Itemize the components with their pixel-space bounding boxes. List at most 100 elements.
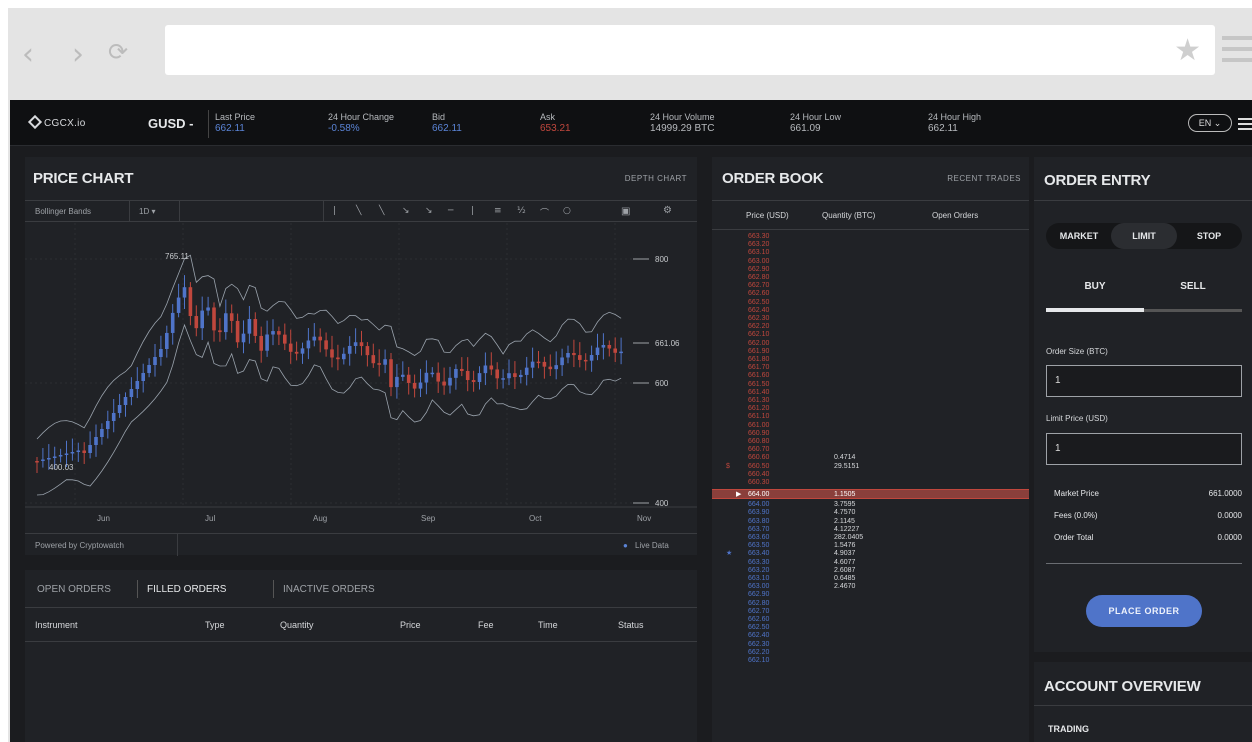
bid-row[interactable]: 662.90	[712, 591, 1029, 599]
bid-row[interactable]: 663.40 4.9037 ★	[712, 550, 1029, 558]
drawing-tool-icon[interactable]: |	[333, 206, 336, 216]
order-size-input[interactable]: 1	[1046, 365, 1242, 397]
ask-row[interactable]: 661.50	[712, 381, 1029, 389]
bid-row[interactable]: 662.60	[712, 616, 1029, 624]
ask-row[interactable]: 662.90	[712, 266, 1029, 274]
ask-row[interactable]: 660.30	[712, 479, 1029, 487]
bid-row[interactable]: 662.80	[712, 600, 1029, 608]
ask-row[interactable]: 661.60	[712, 372, 1029, 380]
ask-row[interactable]: 663.30	[712, 233, 1029, 241]
ask-row[interactable]: 660.80	[712, 438, 1029, 446]
column-header[interactable]: Status	[618, 620, 644, 630]
ask-row[interactable]: 662.50	[712, 299, 1029, 307]
candlestick-chart[interactable]: 800 661.06 600 400 765.11 400.03 Jun Jul Aug Sep O…	[25, 223, 697, 533]
ask-row[interactable]: 663.10	[712, 249, 1029, 257]
column-header[interactable]: Instrument	[35, 620, 78, 630]
bid-row[interactable]: 662.40	[712, 632, 1029, 640]
limit-price-input[interactable]: 1	[1046, 433, 1242, 465]
ask-row[interactable]: 661.70	[712, 364, 1029, 372]
forward-icon[interactable]: ›	[72, 40, 84, 70]
browser-menu-icon[interactable]	[1222, 36, 1252, 66]
ask-row[interactable]: 661.30	[712, 397, 1029, 405]
column-header[interactable]: Type	[205, 620, 225, 630]
language-selector[interactable]: EN ⌄	[1188, 114, 1232, 132]
bid-row[interactable]: 662.70	[712, 608, 1029, 616]
ask-row[interactable]: 662.40	[712, 307, 1029, 315]
interval-selector[interactable]: 1D ▾	[139, 207, 155, 216]
bid-row[interactable]: 662.50	[712, 624, 1029, 632]
drawing-tool-icon[interactable]: ≡	[494, 206, 502, 216]
bid-row[interactable]: 663.10 0.6485	[712, 575, 1029, 583]
drawing-tool-icon[interactable]: ○	[563, 206, 571, 216]
ask-row[interactable]: 660.50 29.5151 $	[712, 463, 1029, 471]
drawing-tool-icon[interactable]: ╲	[379, 206, 384, 216]
bid-row[interactable]: 662.30	[712, 641, 1029, 649]
calendar-icon[interactable]: ▣	[621, 206, 630, 217]
ask-price: 663.00	[748, 257, 770, 265]
drawing-tool-icon[interactable]: ╲	[356, 206, 361, 216]
column-header[interactable]: Price	[400, 620, 421, 630]
reload-icon[interactable]: ⟳	[108, 37, 128, 67]
depth-chart-link[interactable]: DEPTH CHART	[625, 174, 687, 183]
ask-row[interactable]: 661.10	[712, 413, 1029, 421]
column-header[interactable]: Quantity	[280, 620, 314, 630]
ask-row[interactable]: 661.80	[712, 356, 1029, 364]
ask-row[interactable]: 662.60	[712, 290, 1029, 298]
indicator-selector[interactable]: Bollinger Bands	[35, 207, 91, 216]
ask-row[interactable]: 660.90	[712, 430, 1029, 438]
address-bar[interactable]: ★	[165, 25, 1215, 75]
ask-row[interactable]: 660.40	[712, 471, 1029, 479]
ask-row[interactable]: 660.60 0.4714	[712, 454, 1029, 462]
side-tab[interactable]: SELL	[1144, 281, 1242, 292]
orders-tab[interactable]: OPEN ORDERS	[37, 584, 111, 595]
order-type-tab[interactable]: MARKET	[1046, 223, 1112, 249]
order-type-tab[interactable]: LIMIT	[1111, 223, 1177, 249]
ask-row[interactable]: 662.10	[712, 331, 1029, 339]
ask-row[interactable]: 662.30	[712, 315, 1029, 323]
ask-row[interactable]: 662.00	[712, 340, 1029, 348]
ask-row[interactable]: 663.20	[712, 241, 1029, 249]
drawing-tool-icon[interactable]: ─	[448, 206, 453, 216]
star-icon[interactable]: ★	[1174, 33, 1201, 68]
column-header[interactable]: Time	[538, 620, 558, 630]
recent-trades-link[interactable]: RECENT TRADES	[947, 174, 1021, 183]
pair-selector[interactable]: GUSD -	[148, 116, 194, 131]
ask-row[interactable]: 662.80	[712, 274, 1029, 282]
drawing-tool-icon[interactable]: ⌒	[540, 206, 549, 219]
side-tab[interactable]: BUY	[1046, 281, 1144, 292]
spread-row[interactable]: ▶ 664.00 1.1505	[712, 489, 1029, 500]
settings-icon[interactable]: ⚙	[663, 205, 672, 216]
bid-row[interactable]: 663.30 4.6077	[712, 559, 1029, 567]
ask-row[interactable]: 660.70	[712, 446, 1029, 454]
ask-row[interactable]: 662.70	[712, 282, 1029, 290]
candle	[548, 366, 553, 370]
drawing-tool-icon[interactable]: ½	[517, 206, 526, 216]
orders-tab[interactable]: INACTIVE ORDERS	[283, 584, 375, 595]
bid-row[interactable]: 663.80 2.1145	[712, 518, 1029, 526]
ask-row[interactable]: 662.20	[712, 323, 1029, 331]
column-header[interactable]: Fee	[478, 620, 494, 630]
bid-row[interactable]: 663.20 2.6087	[712, 567, 1029, 575]
bid-row[interactable]: 663.00 2.4670	[712, 583, 1029, 591]
bid-row[interactable]: 662.10	[712, 657, 1029, 665]
menu-icon[interactable]	[1238, 118, 1252, 133]
ask-row[interactable]: 661.00	[712, 422, 1029, 430]
back-icon[interactable]: ‹	[22, 40, 34, 70]
drawing-tool-icon[interactable]: |	[471, 206, 474, 216]
bid-row[interactable]: 663.50 1.5476	[712, 542, 1029, 550]
drawing-tool-icon[interactable]: ↘	[402, 206, 410, 216]
order-type-tab[interactable]: STOP	[1176, 223, 1242, 249]
bid-row[interactable]: 663.90 4.7570	[712, 509, 1029, 517]
bid-row[interactable]: 662.20	[712, 649, 1029, 657]
bid-row[interactable]: 663.60 282.0405	[712, 534, 1029, 542]
orders-tab[interactable]: FILLED ORDERS	[147, 584, 226, 595]
ask-row[interactable]: 661.40	[712, 389, 1029, 397]
ask-row[interactable]: 661.20	[712, 405, 1029, 413]
place-order-button[interactable]: PLACE ORDER	[1086, 595, 1202, 627]
ask-row[interactable]: 663.00	[712, 258, 1029, 266]
logo[interactable]: CGCX.io	[27, 114, 86, 130]
ask-row[interactable]: 661.90	[712, 348, 1029, 356]
bid-row[interactable]: 663.70 4.12227	[712, 526, 1029, 534]
drawing-tool-icon[interactable]: ↘	[425, 206, 433, 216]
bid-row[interactable]: 664.00 3.7595	[712, 501, 1029, 509]
